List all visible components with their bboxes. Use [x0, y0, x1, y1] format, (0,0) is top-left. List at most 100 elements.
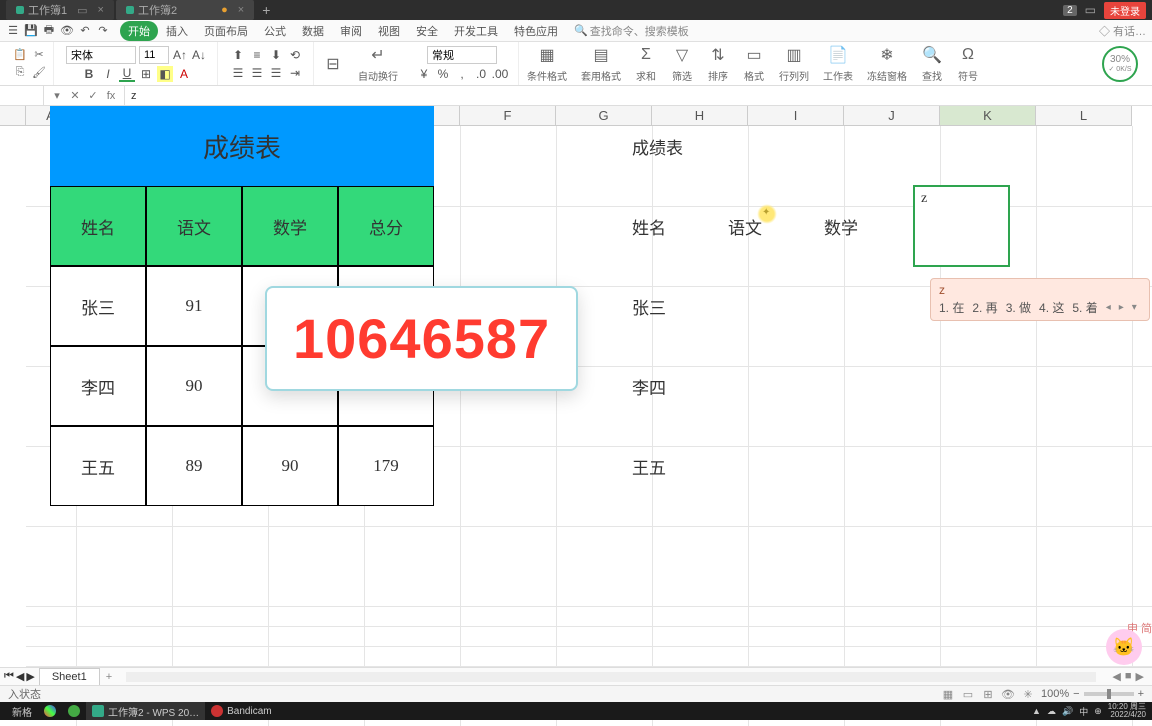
tray-icon[interactable]: ⊕: [1094, 706, 1102, 717]
font-color-icon[interactable]: A: [176, 66, 192, 82]
ime-next-icon[interactable]: ▸: [1119, 302, 1124, 313]
dec-decimal-icon[interactable]: .00: [492, 66, 508, 82]
fx-icon[interactable]: fx: [104, 90, 118, 102]
cell-total-3[interactable]: 179: [338, 426, 434, 506]
cell-chinese-3[interactable]: 89: [146, 426, 242, 506]
decrease-font-icon[interactable]: A↓: [191, 47, 207, 63]
tab-restore-icon[interactable]: ▭: [77, 4, 87, 17]
notif-badge[interactable]: 2: [1063, 5, 1077, 16]
taskbar-wps[interactable]: 工作簿2 - WPS 20…: [86, 702, 205, 720]
cell-chinese-2[interactable]: 90: [146, 346, 242, 426]
header-chinese[interactable]: 语文: [146, 186, 242, 266]
align-top-icon[interactable]: ⬆: [230, 47, 246, 63]
login-badge[interactable]: 未登录: [1104, 2, 1146, 19]
copy-header-name[interactable]: 姓名: [626, 186, 722, 266]
ime-cand-5[interactable]: 5. 着: [1072, 299, 1097, 316]
save-icon[interactable]: 💾: [24, 24, 38, 38]
copy-name-1[interactable]: 张三: [626, 266, 722, 346]
merge-icon[interactable]: ⊟: [322, 53, 344, 75]
doc-tab-2[interactable]: 工作簿2 ● ×: [116, 0, 254, 20]
header-name[interactable]: 姓名: [50, 186, 146, 266]
fill-color-icon[interactable]: ◧: [157, 66, 173, 82]
menu-special[interactable]: 特色应用: [506, 21, 566, 41]
menu-review[interactable]: 审阅: [332, 21, 370, 41]
menu-icon[interactable]: ☰: [6, 24, 20, 38]
menu-search[interactable]: 🔍 查找命令、搜索模板: [574, 23, 689, 39]
header-total[interactable]: 总分: [338, 186, 434, 266]
menu-feedback[interactable]: ◇ 有话…: [1099, 23, 1146, 39]
increase-font-icon[interactable]: A↑: [172, 47, 188, 63]
cut-icon[interactable]: ✂: [31, 47, 47, 63]
view-normal-icon[interactable]: ▦: [941, 687, 955, 701]
preview-icon[interactable]: 👁: [60, 24, 74, 38]
confirm-icon[interactable]: ✓: [86, 89, 100, 102]
ime-prev-icon[interactable]: ◂: [1106, 302, 1111, 313]
scroll-right-icon[interactable]: ▶: [1136, 670, 1144, 683]
close-icon[interactable]: ×: [98, 4, 104, 16]
bold-button[interactable]: B: [81, 66, 97, 82]
align-left-icon[interactable]: ☰: [230, 65, 246, 81]
horizontal-scrollbar[interactable]: [126, 672, 1096, 682]
reading-icon[interactable]: 👁: [1001, 687, 1015, 701]
copy-title[interactable]: 成绩表: [626, 106, 722, 186]
copy-icon[interactable]: ⎘: [12, 65, 28, 81]
cell-name-3[interactable]: 王五: [50, 426, 146, 506]
sheet-nav-next-icon[interactable]: ▶: [26, 670, 34, 683]
menu-security[interactable]: 安全: [408, 21, 446, 41]
orientation-icon[interactable]: ⟲: [287, 47, 303, 63]
taskbar-app[interactable]: [62, 702, 86, 720]
tray-icon[interactable]: 🔊: [1062, 706, 1073, 717]
name-box[interactable]: [0, 86, 44, 105]
menu-insert[interactable]: 插入: [158, 21, 196, 41]
add-tab-button[interactable]: +: [262, 2, 270, 18]
number-format-select[interactable]: [427, 46, 497, 64]
sheet-icon[interactable]: 📄: [827, 44, 849, 66]
tray-ime-icon[interactable]: 中: [1079, 705, 1088, 718]
copy-name-3[interactable]: 王五: [626, 426, 722, 506]
taskbar-item[interactable]: 新格: [6, 702, 38, 720]
tray-icon[interactable]: ▲: [1032, 706, 1041, 716]
zoom-in-icon[interactable]: +: [1138, 688, 1144, 700]
align-center-icon[interactable]: ☰: [249, 65, 265, 81]
formula-input[interactable]: z: [125, 90, 1152, 102]
freeze-icon[interactable]: ❄: [876, 44, 898, 66]
menu-view[interactable]: 视图: [370, 21, 408, 41]
sheet-nav-prev-icon[interactable]: ◀: [16, 670, 24, 683]
cell-name-2[interactable]: 李四: [50, 346, 146, 426]
print-icon[interactable]: 🖶: [42, 24, 56, 38]
align-right-icon[interactable]: ☰: [268, 65, 284, 81]
doc-tab-1[interactable]: 工作簿1 ▭ ×: [6, 0, 114, 20]
menu-data[interactable]: 数据: [294, 21, 332, 41]
close-icon[interactable]: ×: [238, 4, 244, 16]
comma-icon[interactable]: ,: [454, 66, 470, 82]
align-middle-icon[interactable]: ≡: [249, 47, 265, 63]
symbol-icon[interactable]: Ω: [957, 44, 979, 66]
align-bottom-icon[interactable]: ⬇: [268, 47, 284, 63]
taskbar-clock[interactable]: 10:20 周三 2022/4/20: [1108, 703, 1146, 719]
menu-start[interactable]: 开始: [120, 21, 158, 41]
ime-cand-1[interactable]: 1. 在: [939, 299, 964, 316]
view-break-icon[interactable]: ⊞: [981, 687, 995, 701]
cell-math-3[interactable]: 90: [242, 426, 338, 506]
paste-icon[interactable]: 📋: [12, 47, 28, 63]
table-title[interactable]: 成绩表: [50, 106, 434, 186]
cond-format-icon[interactable]: ▦: [536, 44, 558, 66]
underline-button[interactable]: U: [119, 66, 135, 82]
scroll-thumb-icon[interactable]: ■: [1125, 670, 1132, 683]
wrap-icon[interactable]: ↵: [367, 44, 389, 66]
column-header[interactable]: I: [748, 106, 844, 125]
menu-dev-tools[interactable]: 开发工具: [446, 21, 506, 41]
ime-cand-4[interactable]: 4. 这: [1039, 299, 1064, 316]
column-header[interactable]: J: [844, 106, 940, 125]
format-icon[interactable]: ▭: [743, 44, 765, 66]
sheet-nav-first-icon[interactable]: ⏮: [4, 670, 14, 683]
font-size-select[interactable]: [139, 46, 169, 64]
active-cell[interactable]: z: [913, 185, 1010, 267]
italic-button[interactable]: I: [100, 66, 116, 82]
zoom-out-icon[interactable]: −: [1073, 688, 1079, 700]
currency-icon[interactable]: ¥: [416, 66, 432, 82]
copy-header-math[interactable]: 数学: [818, 186, 914, 266]
window-restore-icon[interactable]: ▭: [1085, 3, 1096, 17]
ime-cand-3[interactable]: 3. 做: [1006, 299, 1031, 316]
indent-icon[interactable]: ⇥: [287, 65, 303, 81]
